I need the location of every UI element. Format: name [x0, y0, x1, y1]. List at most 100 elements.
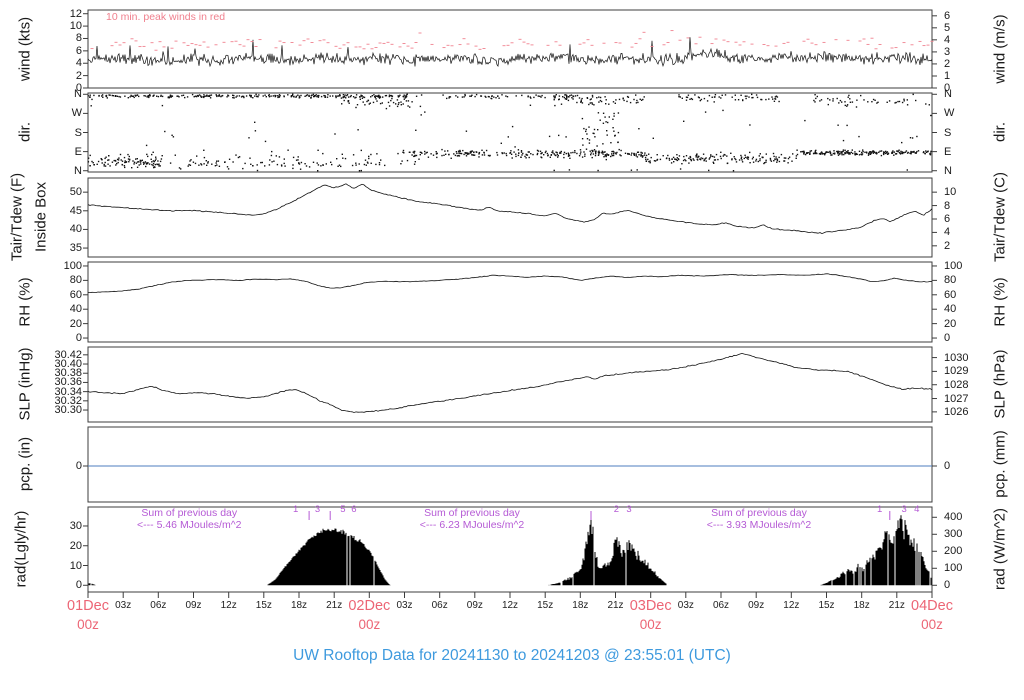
axis-label-pcp-mm: pcp. (mm)	[991, 430, 1009, 498]
ytick-label-right: 300	[944, 528, 963, 540]
rad-peak-mark: 3	[314, 504, 321, 515]
ytick-label-right: S	[944, 127, 952, 139]
ytick-label-right: E	[944, 146, 952, 158]
axis-ticks	[83, 13, 937, 586]
rad-sum-annotation-day2: Sum of previous day <--- 6.23 MJoules/m^…	[387, 507, 557, 531]
ytick-label-right: N	[944, 165, 952, 177]
panel-frames	[87, 9, 933, 593]
ytick-label-right: 100	[944, 562, 963, 574]
ytick-label-right: 2	[944, 240, 951, 252]
x-day-sub-label: 00z	[639, 617, 662, 632]
ytick-label-right: 1027	[944, 393, 969, 405]
ytick-label-right: 0	[944, 460, 951, 472]
ytick-label-left: E	[74, 146, 82, 158]
ytick-label-left: 0	[75, 332, 82, 344]
x-day-sub-label: 00z	[358, 617, 381, 632]
x-day-sub-label: 00z	[921, 617, 943, 632]
ytick-label-left: 60	[69, 289, 82, 301]
ytick-label-right: 200	[944, 545, 963, 557]
ytick-label-right: 1029	[944, 365, 969, 377]
ytick-label-left: 0	[75, 460, 82, 472]
x-day-label: 03Dec	[629, 598, 672, 614]
chart-title: UW Rooftop Data for 20241130 to 20241203…	[293, 647, 731, 664]
rad-sum-annotation-day1: Sum of previous day <--- 5.46 MJoules/m^…	[104, 507, 274, 531]
ytick-label-left: 45	[69, 205, 82, 217]
ytick-label-right: 0	[944, 332, 951, 344]
ytick-label-left: 10	[69, 560, 82, 572]
ytick-label-right: 6	[944, 10, 951, 22]
x-hour-label: 09z	[748, 600, 765, 611]
ytick-label-right: 20	[944, 318, 957, 330]
ytick-label-left: 0	[75, 579, 82, 591]
rad-sum-line2: <--- 5.46 MJoules/m^2	[137, 519, 242, 531]
rad-sum-line1: Sum of previous day	[141, 507, 238, 519]
ytick-label-right: 2	[944, 58, 951, 70]
ytick-label-left: 12	[69, 8, 82, 20]
x-day-label: 01Dec	[67, 598, 109, 614]
x-hour-label: 03z	[115, 600, 132, 611]
ytick-label-left: 35	[69, 242, 82, 254]
x-hour-label: 03z	[677, 600, 694, 611]
wind-trace	[87, 37, 933, 68]
x-hour-label: 12z	[783, 600, 800, 611]
ytick-label-right: 60	[944, 289, 957, 301]
x-hour-label: 18z	[572, 600, 589, 611]
ytick-label-right: 1028	[944, 379, 969, 391]
ytick-label-left: 100	[63, 260, 82, 272]
slp-trace	[87, 352, 933, 413]
ytick-label-right: 10	[944, 186, 957, 198]
ytick-label-right: 1	[944, 70, 951, 82]
ytick-label-left: 10	[69, 20, 82, 32]
ytick-label-left: 30.42	[54, 349, 82, 361]
ytick-label-right: W	[944, 107, 955, 119]
ytick-label-left: 80	[69, 274, 82, 286]
ytick-label-right: 1030	[944, 352, 969, 364]
ytick-label-left: S	[74, 127, 82, 139]
rad-sum-annotation-day3: Sum of previous day <--- 3.93 MJoules/m^…	[674, 507, 844, 531]
ytick-label-left: 20	[69, 318, 82, 330]
ytick-label-left: 50	[69, 186, 82, 198]
ytick-label-left: 6	[75, 45, 82, 57]
ytick-label-right: 3	[944, 46, 951, 58]
plot-canvas	[83, 9, 937, 598]
ytick-label-right: 80	[944, 274, 957, 286]
x-hour-label: 12z	[501, 600, 519, 611]
axis-label-rh-right: RH (%)	[991, 277, 1009, 327]
axis-label-wind-ms: wind (m/s)	[991, 14, 1009, 84]
x-hour-label: 15z	[255, 600, 272, 611]
x-hour-label: 12z	[220, 600, 237, 611]
rad-sum-line1: Sum of previous day	[424, 507, 520, 519]
ytick-label-left: 4	[75, 57, 82, 69]
ytick-label-right: 8	[944, 200, 951, 212]
x-hour-label: 03z	[396, 600, 413, 611]
x-hour-label: 06z	[150, 600, 167, 611]
rad-sum-line1: Sum of previous day	[711, 507, 807, 519]
rad-peak-mark: 5	[340, 504, 346, 515]
rad-peak-mark: 4	[914, 504, 920, 515]
ytick-label-left: 8	[75, 32, 82, 44]
ytick-label-right: 0	[944, 579, 951, 591]
ytick-label-right: 6	[944, 213, 951, 225]
ytick-label-right: 1026	[944, 406, 969, 418]
x-day-label: 04Dec	[911, 598, 953, 614]
ytick-label-left: N	[74, 88, 82, 100]
ytick-label-left: 2	[75, 70, 82, 82]
axis-label-tair-c: Tair/Tdew (C)	[991, 171, 1009, 263]
rad-sum-line2: <--- 3.93 MJoules/m^2	[706, 519, 812, 531]
ytick-label-left: 30	[69, 520, 82, 532]
axis-label-slp-hpa: SLP (hPa)	[991, 349, 1009, 419]
dir-scatter	[87, 93, 932, 172]
ytick-label-right: 5	[944, 22, 951, 34]
ytick-label-right: 4	[944, 226, 951, 238]
ytick-label-right: 400	[944, 511, 963, 523]
ytick-label-right: 100	[944, 260, 963, 272]
rad-sum-line2: <--- 6.23 MJoules/m^2	[419, 519, 525, 531]
ytick-label-right: N	[944, 88, 952, 100]
rad-peak-mark: 6	[351, 504, 357, 515]
x-hour-label: 09z	[185, 600, 202, 611]
ytick-label-right: 4	[944, 34, 951, 46]
rad-peak-mark: 1	[877, 504, 883, 515]
ytick-label-left: 40	[69, 303, 82, 315]
wind-peak-dashes	[90, 30, 934, 51]
x-hour-label: 18z	[853, 600, 870, 611]
